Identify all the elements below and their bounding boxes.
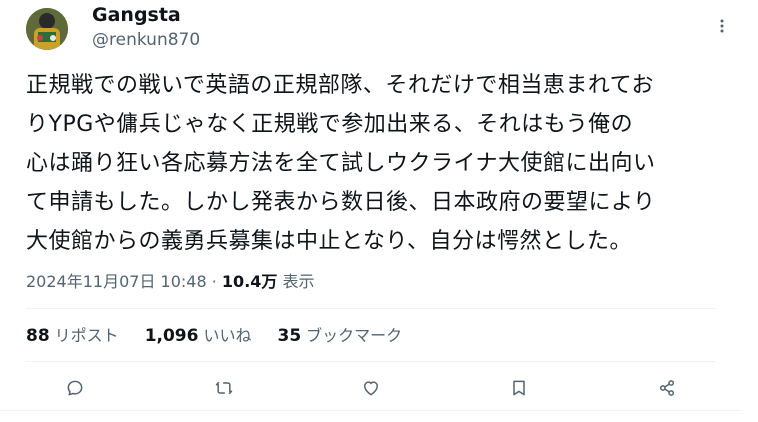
divider: [26, 361, 716, 362]
bookmarks-count: 35: [277, 326, 302, 346]
more-vertical-icon: [720, 19, 724, 33]
tweet-text-line: 大使館からの義勇兵募集は中止となり、自分は愕然とした。: [26, 229, 632, 254]
repost-icon: [215, 381, 233, 395]
action-bar: [0, 372, 758, 404]
tweet-text-line: 心は踊り狂い各応募方法を全て試しウクライナ大使館に出向い: [26, 151, 656, 176]
bookmarks-stat[interactable]: 35 ブックマーク: [277, 323, 402, 349]
tweet-meta: 2024年11月07日 10:48 · 10.4万 表示: [26, 270, 315, 294]
avatar-image: [26, 8, 68, 50]
reply-icon: [67, 380, 83, 396]
repost-button[interactable]: [208, 372, 240, 404]
tweet-text: 正規戦での戦いで英語の正規部隊、それだけで相当恵まれてお りYPGや傭兵じゃなく…: [26, 66, 738, 261]
meta-separator: ·: [211, 272, 217, 291]
bookmark-icon: [513, 380, 525, 396]
tweet-text-line: りYPGや傭兵じゃなく正規戦で参加出来る、それはもう俺の: [26, 112, 634, 137]
author-name[interactable]: Gangsta: [92, 3, 181, 27]
timestamp[interactable]: 2024年11月07日 10:48: [26, 272, 207, 291]
divider: [0, 410, 742, 411]
likes-count: 1,096: [144, 326, 199, 346]
likes-label: いいね: [203, 326, 252, 345]
heart-icon: [364, 381, 378, 396]
views-count: 10.4万: [221, 272, 278, 291]
views-label: 表示: [282, 272, 315, 291]
reposts-label: リポスト: [54, 326, 119, 345]
like-button[interactable]: [355, 372, 387, 404]
engagement-stats: 88 リポスト 1,096 いいね 35 ブックマーク: [26, 323, 402, 349]
bookmarks-label: ブックマーク: [306, 326, 403, 345]
share-icon: [659, 380, 675, 396]
divider: [26, 308, 716, 309]
more-options-button[interactable]: [712, 14, 732, 38]
reposts-count: 88: [26, 326, 50, 346]
reply-button[interactable]: [59, 372, 91, 404]
bookmark-button[interactable]: [503, 372, 535, 404]
reposts-stat[interactable]: 88 リポスト: [26, 323, 119, 349]
tweet-text-line: 正規戦での戦いで英語の正規部隊、それだけで相当恵まれてお: [26, 73, 655, 98]
author-handle[interactable]: @renkun870: [92, 29, 200, 51]
tweet-text-line: て申請もした。しかし発表から数日後、日本政府の要望により: [26, 190, 656, 215]
share-button[interactable]: [651, 372, 683, 404]
avatar[interactable]: [26, 8, 68, 50]
likes-stat[interactable]: 1,096 いいね: [145, 323, 252, 349]
